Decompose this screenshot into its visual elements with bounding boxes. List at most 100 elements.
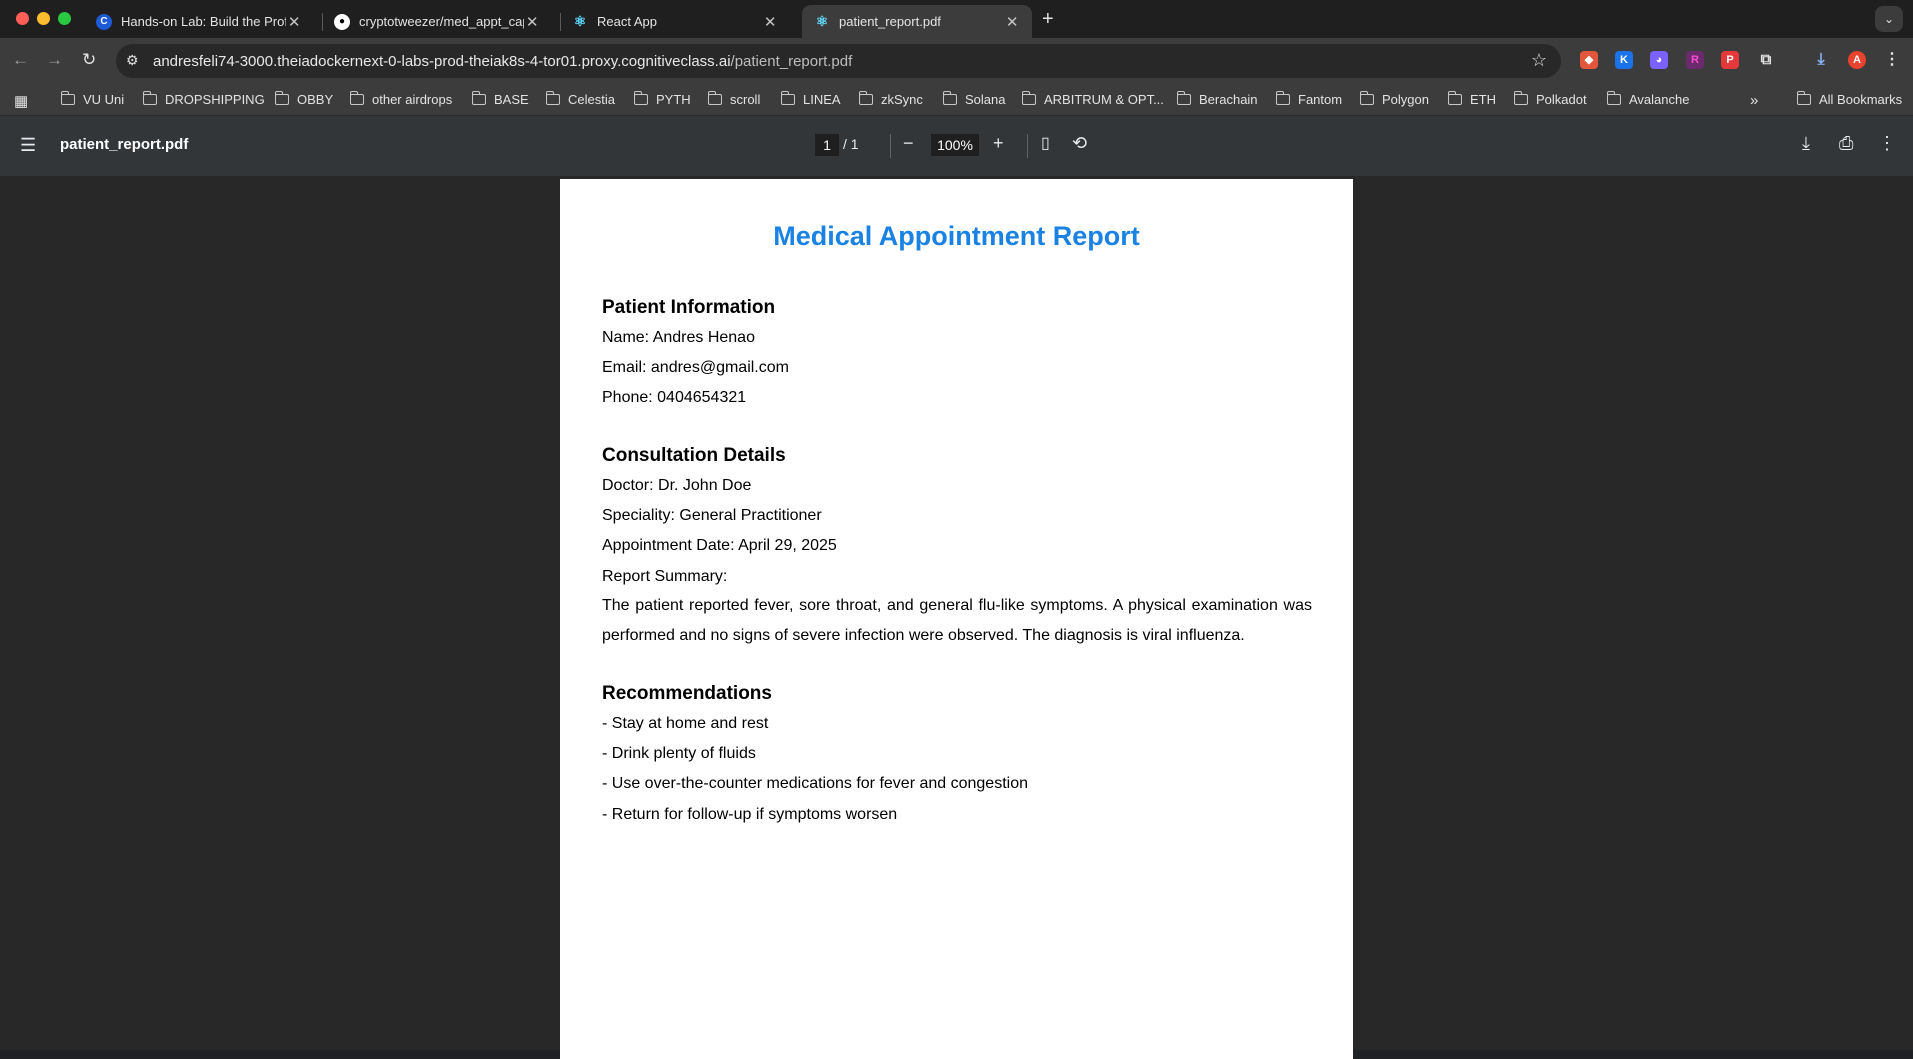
- folder-icon: [633, 91, 648, 105]
- downloads-icon[interactable]: ⤓: [1812, 51, 1830, 69]
- bookmark-folder[interactable]: Fantom: [1275, 91, 1342, 107]
- back-arrow-icon[interactable]: ←: [12, 50, 29, 70]
- address-bar[interactable]: ⚙ andresfeli74-3000.theiadockernext-0-la…: [116, 44, 1561, 78]
- download-icon[interactable]: ⤓: [1802, 133, 1810, 154]
- bookmark-folder[interactable]: BASE: [471, 91, 529, 107]
- bookmark-label: LINEA: [803, 92, 841, 107]
- recommendation-item: - Stay at home and rest: [602, 715, 769, 732]
- page-number-input[interactable]: 1: [815, 134, 839, 156]
- bookmark-folder[interactable]: scroll: [707, 91, 760, 107]
- bookmark-folder[interactable]: Celestia: [545, 91, 615, 107]
- reload-icon[interactable]: ↻: [82, 50, 96, 70]
- report-summary-label: Report Summary:: [602, 568, 728, 585]
- bookmark-label: VU Uni: [83, 92, 125, 107]
- metamask-extension-icon[interactable]: ◆: [1580, 51, 1598, 69]
- browser-toolbar: ← → ↻ ⚙ andresfeli74-3000.theiadockernex…: [0, 38, 1913, 85]
- zoom-in-icon[interactable]: +: [993, 133, 1004, 154]
- bookmark-folder[interactable]: LINEA: [780, 91, 841, 107]
- fit-to-page-icon[interactable]: ▯: [1041, 133, 1050, 153]
- profile-avatar[interactable]: A: [1848, 51, 1866, 69]
- pdf-viewer[interactable]: Medical Appointment Report Patient Infor…: [0, 176, 1913, 1059]
- apps-grid-icon[interactable]: ▦: [14, 92, 28, 110]
- close-tab-icon[interactable]: ✕: [524, 13, 540, 31]
- all-bookmarks-button[interactable]: All Bookmarks: [1796, 91, 1902, 107]
- phantom-extension-icon[interactable]: ◕: [1650, 51, 1668, 69]
- browser-menu-icon[interactable]: ⋮: [1883, 51, 1901, 69]
- bookmark-folder[interactable]: DROPSHIPPING: [142, 91, 265, 107]
- pdf-filename: patient_report.pdf: [60, 136, 189, 153]
- bookmark-label: ETH: [1470, 92, 1496, 107]
- folder-icon: [707, 91, 722, 105]
- zoom-out-icon[interactable]: −: [903, 133, 914, 154]
- folder-icon: [1796, 91, 1811, 105]
- folder-icon: [1447, 91, 1462, 105]
- tab-title: cryptotweezer/med_appt_cap: [359, 14, 525, 29]
- bookmark-folder[interactable]: other airdrops: [349, 91, 453, 107]
- tab-title: Hands-on Lab: Build the Profi: [121, 14, 287, 29]
- bookmark-label: Solana: [965, 92, 1006, 107]
- folder-icon: [780, 91, 795, 105]
- folder-icon: [274, 91, 289, 105]
- bookmark-label: other airdrops: [372, 92, 453, 107]
- close-window-button[interactable]: [16, 12, 29, 25]
- more-options-icon[interactable]: ⋮: [1878, 133, 1896, 154]
- folder-icon: [1606, 91, 1621, 105]
- bookmark-folder[interactable]: Avalanche: [1606, 91, 1690, 107]
- bookmark-label: Celestia: [568, 92, 615, 107]
- extensions-puzzle-icon[interactable]: ⧉: [1757, 51, 1775, 69]
- folder-icon: [1021, 91, 1036, 105]
- rotate-icon[interactable]: ⟲: [1072, 133, 1087, 154]
- react-icon: ⚛: [573, 13, 587, 29]
- tab-patient-report[interactable]: ⚛ patient_report.pdf ✕: [802, 5, 1032, 38]
- rabby-extension-icon[interactable]: R: [1686, 51, 1704, 69]
- patient-name: Name: Andres Henao: [602, 329, 755, 346]
- bookmark-folder[interactable]: ARBITRUM & OPT...: [1021, 91, 1164, 107]
- pdf-page: Medical Appointment Report Patient Infor…: [560, 179, 1353, 1059]
- bookmark-label: ARBITRUM & OPT...: [1044, 92, 1164, 107]
- url-host: andresfeli74-3000.theiadockernext-0-labs…: [153, 53, 731, 70]
- bookmark-label: OBBY: [297, 92, 334, 107]
- sidebar-menu-icon[interactable]: ☰: [20, 135, 36, 156]
- tab-hands-on-lab[interactable]: C Hands-on Lab: Build the Profi ✕: [84, 5, 314, 38]
- bookmark-folder[interactable]: Polkadot: [1513, 91, 1587, 107]
- bookmark-folder[interactable]: Polygon: [1359, 91, 1429, 107]
- close-tab-icon[interactable]: ✕: [762, 13, 778, 31]
- keplr-extension-icon[interactable]: K: [1615, 51, 1633, 69]
- folder-icon: [1176, 91, 1191, 105]
- bookmarks-overflow-icon[interactable]: »: [1750, 92, 1758, 109]
- bookmark-folder[interactable]: Berachain: [1176, 91, 1258, 107]
- folder-icon: [1275, 91, 1290, 105]
- bookmark-folder[interactable]: ETH: [1447, 91, 1496, 107]
- close-tab-icon[interactable]: ✕: [286, 13, 302, 31]
- tab-react-app[interactable]: ⚛ React App ✕: [560, 5, 790, 38]
- recommendations-heading: Recommendations: [602, 683, 772, 704]
- zoom-level-input[interactable]: 100%: [931, 134, 979, 156]
- new-tab-button[interactable]: +: [1042, 8, 1054, 31]
- tab-search-button[interactable]: ⌄: [1875, 6, 1903, 32]
- tab-github[interactable]: ● cryptotweezer/med_appt_cap ✕: [322, 5, 552, 38]
- bookmark-folder[interactable]: OBBY: [274, 91, 334, 107]
- bookmark-folder[interactable]: VU Uni: [60, 91, 125, 107]
- folder-icon: [1359, 91, 1374, 105]
- bookmark-label: Avalanche: [1629, 92, 1690, 107]
- url-path: /patient_report.pdf: [730, 53, 853, 70]
- folder-icon: [1513, 91, 1528, 105]
- close-tab-icon[interactable]: ✕: [1004, 13, 1020, 31]
- bookmark-folder[interactable]: Solana: [942, 91, 1006, 107]
- bookmark-folder[interactable]: zkSync: [858, 91, 923, 107]
- bookmark-star-icon[interactable]: ☆: [1531, 50, 1547, 71]
- print-icon[interactable]: ⎙: [1839, 133, 1853, 154]
- appointment-date: Appointment Date: April 29, 2025: [602, 537, 837, 554]
- bookmark-label: Berachain: [1199, 92, 1258, 107]
- folder-icon: [545, 91, 560, 105]
- bookmark-folder[interactable]: PYTH: [633, 91, 691, 107]
- toolbar-divider: [1027, 134, 1028, 158]
- minimize-window-button[interactable]: [37, 12, 50, 25]
- forward-arrow-icon[interactable]: →: [46, 50, 63, 70]
- site-info-icon[interactable]: ⚙: [126, 52, 139, 69]
- pocket-extension-icon[interactable]: P: [1721, 51, 1739, 69]
- consultation-heading: Consultation Details: [602, 445, 786, 466]
- folder-icon: [471, 91, 486, 105]
- recommendation-item: - Return for follow-up if symptoms worse…: [602, 806, 898, 823]
- zoom-window-button[interactable]: [58, 12, 71, 25]
